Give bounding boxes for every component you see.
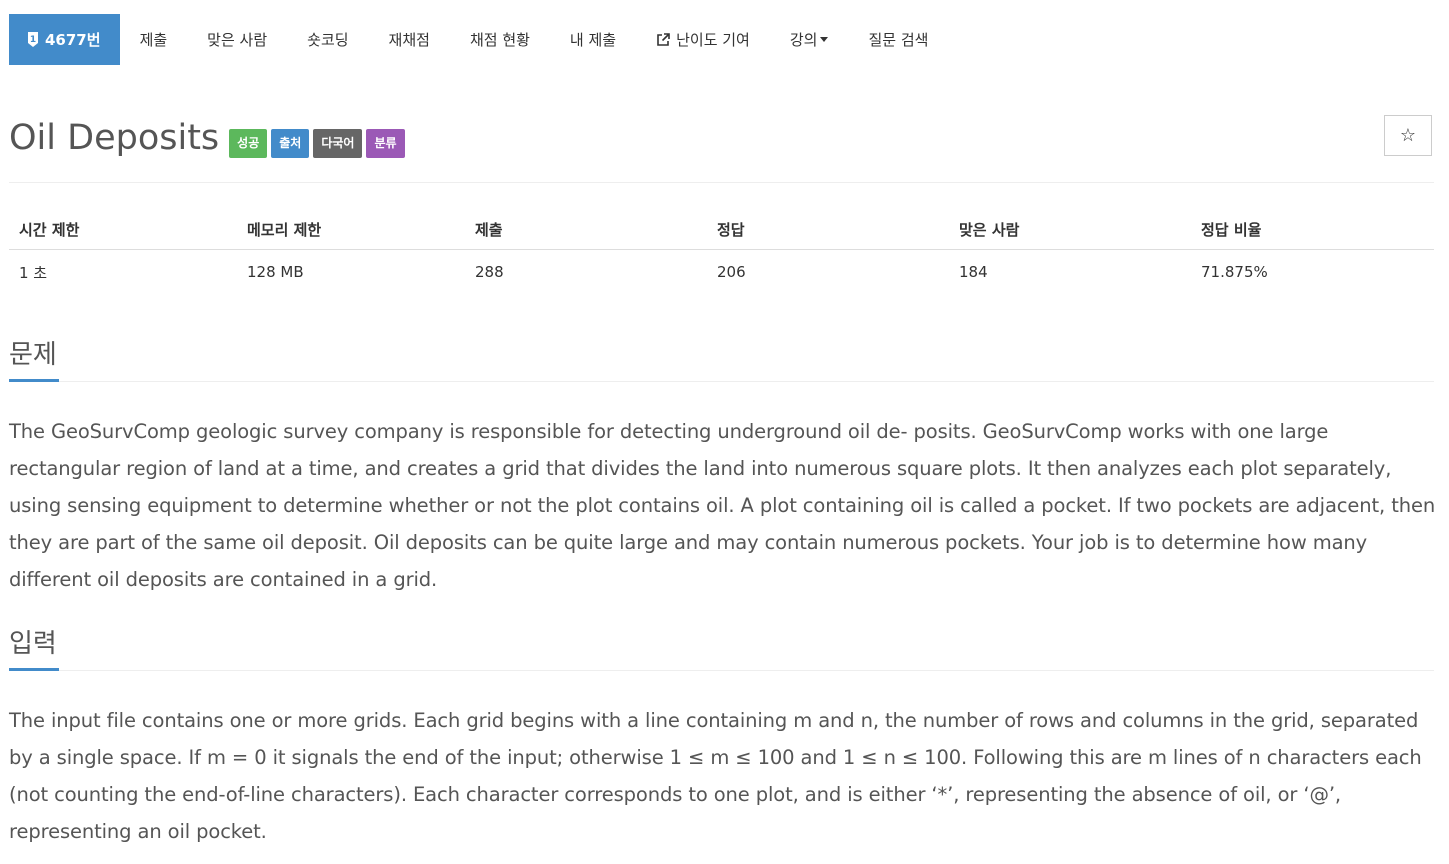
problem-nav: 1 4677번 제출 맞은 사람 숏코딩 재채점 채점 현황 내 제출 난이도 … [9,14,948,65]
title-divider [9,182,1434,183]
value-time-limit: 1 초 [19,263,48,282]
problem-description: The GeoSurvComp geologic survey company … [9,420,1436,591]
star-icon: ☆ [1399,125,1417,146]
caret-down-icon [820,37,829,42]
header-accept-ratio: 정답 비율 [1191,209,1434,250]
header-memory-limit: 메모리 제한 [237,209,465,250]
table-header-row: 시간 제한 메모리 제한 제출 정답 맞은 사람 정답 비율 [9,209,1434,250]
value-submissions: 288 [475,263,504,281]
favorite-star-button[interactable]: ☆ [1384,115,1432,156]
nav-my-submissions[interactable]: 내 제출 [550,14,636,65]
problem-section-header: 문제 [9,335,1434,382]
nav-status[interactable]: 채점 현황 [450,14,550,65]
page: 1 4677번 제출 맞은 사람 숏코딩 재채점 채점 현황 내 제출 난이도 … [0,0,1449,864]
value-memory-limit: 128 MB [247,263,304,281]
label-multilingual[interactable]: 다국어 [313,129,363,158]
problem-labels: 성공 출처 다국어 분류 [229,129,408,158]
nav-submit-label: 제출 [139,31,168,49]
input-description: The input file contains one or more grid… [9,709,1422,843]
nav-problem-number-label: 4677번 [45,31,101,49]
table-row: 1 초 128 MB 288 206 184 71.875% [9,250,1434,295]
header-submissions: 제출 [465,209,707,250]
nav-question-search[interactable]: 질문 검색 [848,14,948,65]
value-solved-users: 184 [959,263,988,281]
external-link-icon [656,32,670,47]
svg-text:1: 1 [30,35,36,45]
header-accepted: 정답 [707,209,949,250]
label-success[interactable]: 성공 [229,129,268,158]
nav-short-coding[interactable]: 숏코딩 [287,14,368,65]
label-source[interactable]: 출처 [271,129,310,158]
problem-title: Oil Deposits [9,118,220,158]
nav-rejudge-label: 재채점 [388,31,430,49]
nav-my-submissions-label: 내 제출 [569,31,617,49]
nav-question-search-label: 질문 검색 [868,31,929,49]
value-accepted: 206 [717,263,746,281]
label-category[interactable]: 분류 [366,129,405,158]
problem-header: Oil Deposits 성공 출처 다국어 분류 [9,112,409,164]
nav-lectures-dropdown[interactable]: 강의 [770,14,849,65]
input-section-header: 입력 [9,624,1434,671]
tier-badge-icon: 1 [27,32,39,47]
problem-info-table: 시간 제한 메모리 제한 제출 정답 맞은 사람 정답 비율 1 초 128 M… [9,209,1434,294]
input-section-title: 입력 [9,624,59,671]
nav-solved-users-label: 맞은 사람 [207,31,268,49]
problem-section-title: 문제 [9,335,59,382]
nav-rejudge[interactable]: 재채점 [369,14,450,65]
nav-difficulty-contribute-label: 난이도 기여 [676,31,750,49]
nav-problem-number[interactable]: 1 4677번 [9,14,120,65]
header-time-limit: 시간 제한 [9,209,237,250]
nav-short-coding-label: 숏코딩 [307,31,349,49]
nav-status-label: 채점 현황 [469,31,530,49]
nav-submit[interactable]: 제출 [120,14,188,65]
value-accept-ratio: 71.875% [1201,263,1268,281]
nav-solved-users[interactable]: 맞은 사람 [187,14,287,65]
header-solved-users: 맞은 사람 [949,209,1191,250]
nav-lectures-label: 강의 [789,31,818,49]
nav-difficulty-contribute[interactable]: 난이도 기여 [636,14,770,65]
